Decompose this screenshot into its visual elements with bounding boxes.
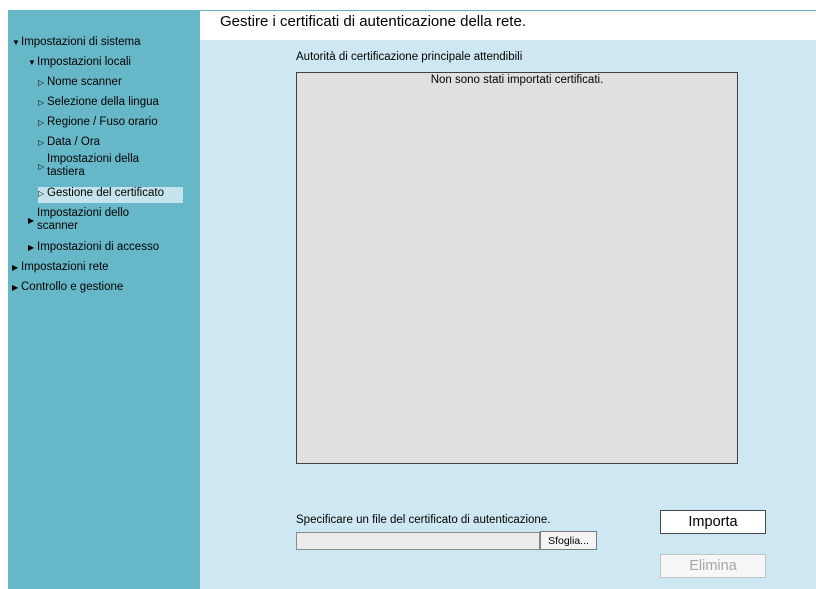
- sidebar-item-label: Impostazioni rete: [21, 261, 109, 273]
- sidebar-item-impostazioni-locali[interactable]: ▼ Impostazioni locali: [28, 56, 131, 69]
- sidebar-item-regione-fuso-orario[interactable]: ▷ Regione / Fuso orario: [38, 116, 158, 129]
- sidebar-item-gestione-del-certificato[interactable]: ▷ Gestione del certificato: [38, 187, 183, 203]
- sidebar-item-label: Impostazioni locali: [37, 56, 131, 68]
- triangle-down-icon: ▼: [12, 38, 20, 47]
- triangle-down-icon: ▼: [28, 58, 36, 67]
- sidebar-item-impostazioni-di-accesso[interactable]: ▶ Impostazioni di accesso: [28, 241, 159, 254]
- certificate-list[interactable]: Non sono stati importati certificati.: [296, 72, 738, 464]
- sidebar-item-controllo-e-gestione[interactable]: ▶ Controllo e gestione: [12, 281, 123, 294]
- delete-button: Elimina: [660, 554, 766, 578]
- triangle-right-icon: ▶: [12, 263, 19, 272]
- triangle-right-icon: ▶: [12, 283, 19, 292]
- page-title: Gestire i certificati di autenticazione …: [220, 13, 526, 30]
- sidebar-item-impostazioni-dello-scanner[interactable]: ▶ Impostazioni dello scanner: [28, 207, 137, 233]
- sidebar-nav: ▼ Impostazioni di sistema ▼ Impostazioni…: [8, 10, 200, 589]
- triangle-right-outline-icon: ▷: [38, 98, 45, 107]
- sidebar-item-data-ora[interactable]: ▷ Data / Ora: [38, 136, 100, 149]
- certificate-file-label: Specificare un file del certificato di a…: [296, 514, 551, 526]
- import-button[interactable]: Importa: [660, 510, 766, 534]
- sidebar-item-label: Impostazioni dello scanner: [37, 207, 130, 232]
- certificate-list-label: Autorità di certificazione principale at…: [296, 51, 523, 63]
- sidebar-item-impostazioni-della-tastiera[interactable]: ▷ Impostazioni della tastiera: [38, 153, 147, 179]
- browse-button[interactable]: Sfoglia...: [540, 531, 597, 550]
- title-bar: Gestire i certificati di autenticazione …: [200, 10, 816, 40]
- sidebar-item-label: Selezione della lingua: [47, 96, 159, 108]
- triangle-right-outline-icon: ▷: [38, 189, 45, 198]
- triangle-right-icon: ▶: [28, 215, 35, 225]
- sidebar-item-label: Nome scanner: [47, 76, 122, 88]
- triangle-right-outline-icon: ▷: [38, 138, 45, 147]
- triangle-right-icon: ▶: [28, 243, 35, 252]
- sidebar-item-label: Impostazioni di accesso: [37, 241, 160, 253]
- sidebar-item-impostazioni-rete[interactable]: ▶ Impostazioni rete: [12, 261, 109, 274]
- sidebar-item-label: Data / Ora: [47, 136, 101, 148]
- sidebar-item-label: Gestione del certificato: [47, 187, 164, 199]
- triangle-right-outline-icon: ▷: [38, 118, 45, 127]
- sidebar-item-label: Regione / Fuso orario: [47, 116, 158, 128]
- sidebar-item-impostazioni-di-sistema[interactable]: ▼ Impostazioni di sistema: [12, 36, 141, 49]
- empty-list-message: Non sono stati importati certificati.: [430, 74, 604, 86]
- sidebar-item-label: Controllo e gestione: [21, 281, 124, 293]
- triangle-right-outline-icon: ▷: [38, 78, 45, 87]
- sidebar-item-label: Impostazioni di sistema: [21, 36, 141, 48]
- sidebar-item-selezione-della-lingua[interactable]: ▷ Selezione della lingua: [38, 96, 159, 109]
- certificate-file-input[interactable]: [296, 532, 540, 550]
- sidebar-item-nome-scanner[interactable]: ▷ Nome scanner: [38, 76, 122, 89]
- triangle-right-outline-icon: ▷: [38, 161, 45, 171]
- sidebar-item-label: Impostazioni della tastiera: [47, 153, 140, 178]
